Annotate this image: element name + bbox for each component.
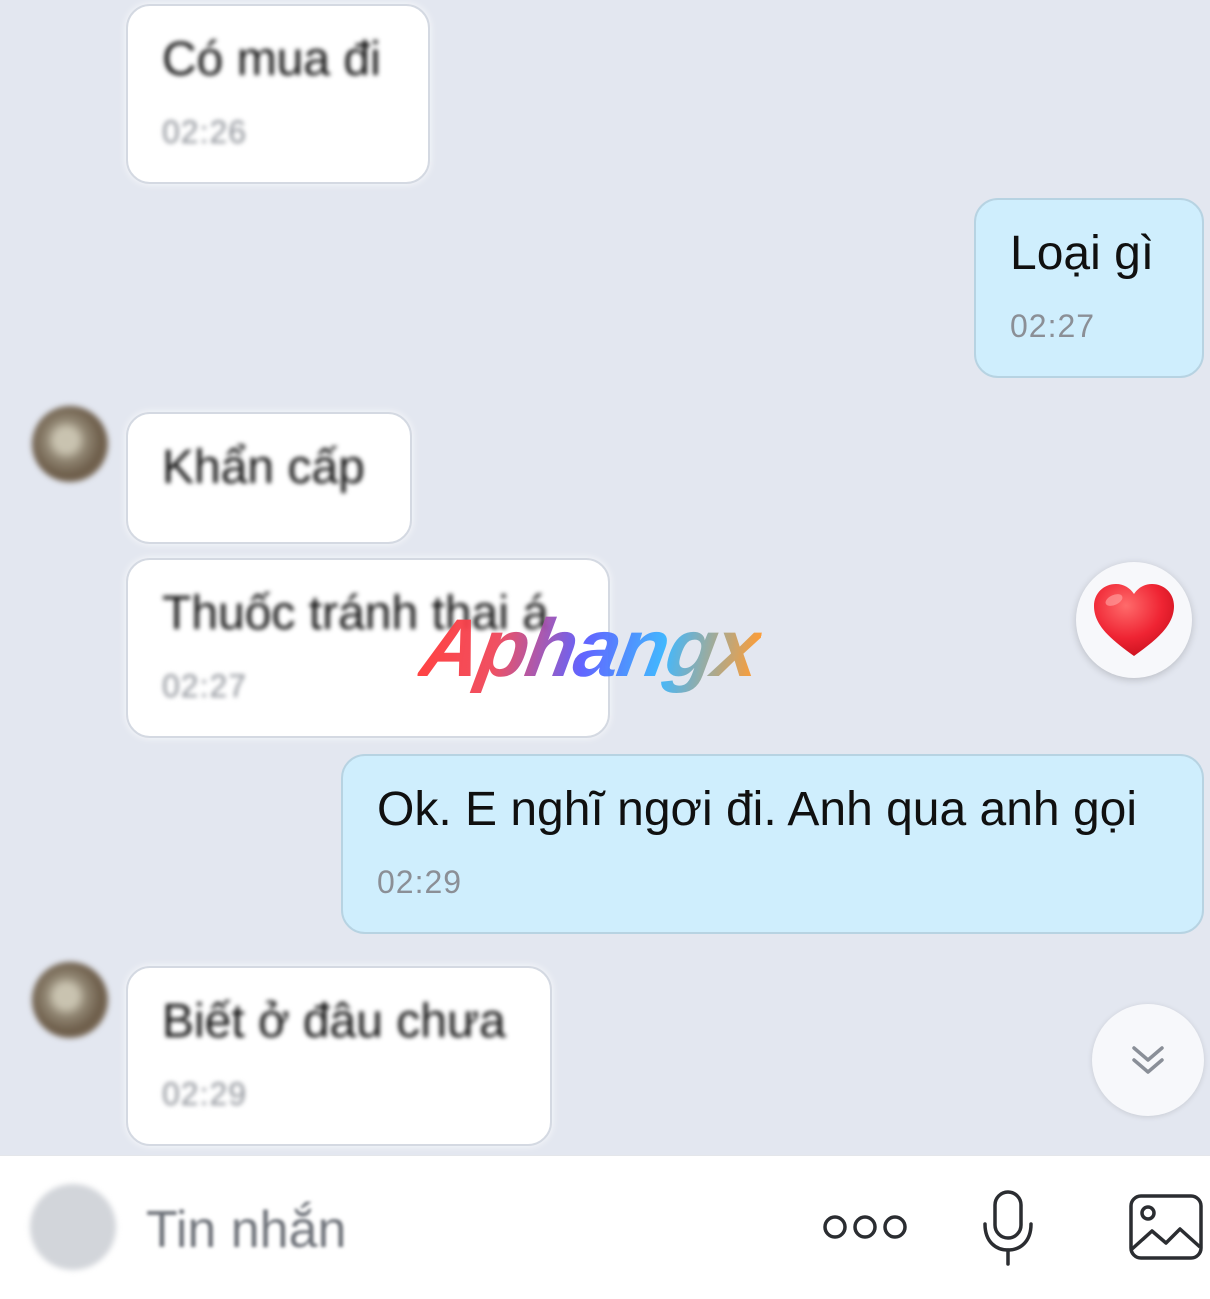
contact-avatar[interactable] <box>32 962 108 1038</box>
image-icon <box>1129 1194 1203 1260</box>
chat-area[interactable]: Có mua đi 02:26 Loại gì 02:27 Khẩn cấp T… <box>0 0 1210 1155</box>
contact-avatar[interactable] <box>32 406 108 482</box>
heart-reaction-button[interactable] <box>1076 562 1192 678</box>
message-bubble-outgoing[interactable]: Loại gì 02:27 <box>974 198 1204 378</box>
message-bubble-incoming[interactable]: Khẩn cấp <box>126 412 412 544</box>
voice-record-button[interactable] <box>972 1186 1044 1270</box>
message-bubble-outgoing[interactable]: Ok. E nghĩ ngơi đi. Anh qua anh gọi 02:2… <box>341 754 1204 934</box>
message-bubble-incoming[interactable]: Biết ở đâu chưa 02:29 <box>126 966 552 1146</box>
message-text: Loại gì <box>1010 227 1155 280</box>
message-text: Ok. E nghĩ ngơi đi. Anh qua anh gọi <box>377 783 1138 836</box>
send-image-button[interactable] <box>1126 1192 1206 1262</box>
double-chevron-down-icon <box>1132 1046 1164 1074</box>
microphone-icon <box>983 1190 1033 1266</box>
watermark-logo: Aphangx <box>414 603 767 694</box>
message-text: Có mua đi <box>162 33 381 86</box>
message-text: Khẩn cấp <box>162 441 365 494</box>
message-bubble-incoming[interactable]: Có mua đi 02:26 <box>126 4 430 184</box>
message-input[interactable]: Tin nhắn <box>146 1200 346 1260</box>
message-composer: Tin nhắn <box>0 1155 1210 1299</box>
message-time: 02:29 <box>162 1076 248 1112</box>
heart-icon <box>1094 584 1174 656</box>
message-time: 02:26 <box>162 114 248 150</box>
more-options-button[interactable] <box>820 1202 910 1252</box>
emoji-icon[interactable] <box>30 1184 116 1270</box>
scroll-to-bottom-button[interactable] <box>1092 1004 1204 1116</box>
message-time: 02:29 <box>377 864 463 900</box>
message-time: 02:27 <box>1010 308 1096 344</box>
more-dots-icon <box>823 1215 907 1239</box>
message-text: Biết ở đâu chưa <box>162 995 506 1048</box>
